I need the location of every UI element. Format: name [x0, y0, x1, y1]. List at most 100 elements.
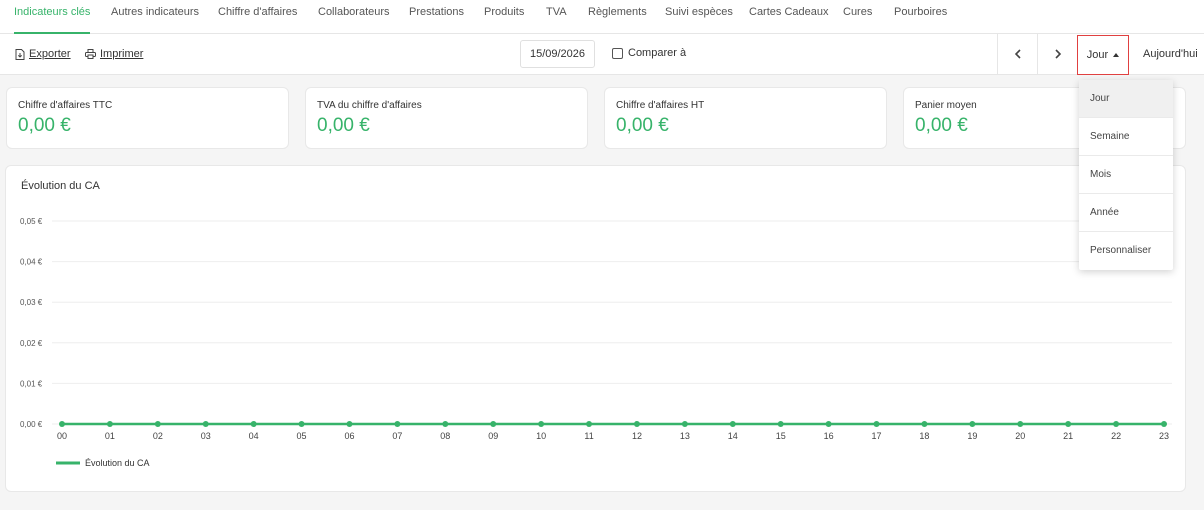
kpi-card-tva: TVA du chiffre d'affaires 0,00 €: [305, 87, 588, 149]
data-point: [586, 421, 593, 427]
data-point: [154, 421, 161, 427]
tab-chiffre-affaires[interactable]: Chiffre d'affaires: [218, 0, 297, 34]
data-point: [442, 421, 449, 427]
data-point: [681, 421, 688, 427]
kpi-label: Chiffre d'affaires HT: [616, 100, 705, 111]
period-option-mois[interactable]: Mois: [1079, 156, 1173, 194]
data-point: [921, 421, 928, 427]
period-select-button[interactable]: Jour: [1077, 35, 1129, 75]
kpi-label: Panier moyen: [915, 100, 977, 111]
tab-reglements[interactable]: Règlements: [588, 0, 647, 34]
compare-toggle[interactable]: Comparer à: [612, 47, 686, 59]
toolbar: Exporter Imprimer 15/09/2026 Comparer à …: [0, 34, 1204, 75]
data-point: [59, 421, 65, 427]
data-point: [250, 421, 257, 427]
x-tick-label: 04: [249, 431, 259, 441]
date-picker[interactable]: 15/09/2026: [520, 40, 595, 68]
x-tick-label: 11: [584, 431, 593, 441]
period-option-annee[interactable]: Année: [1079, 194, 1173, 232]
x-tick-label: 07: [392, 431, 402, 441]
y-tick-label: 0,04 €: [20, 258, 43, 267]
tab-autres-indicateurs[interactable]: Autres indicateurs: [111, 0, 199, 34]
data-point: [1161, 421, 1167, 427]
data-point: [969, 421, 976, 427]
x-tick-label: 13: [680, 431, 690, 441]
tab-tva[interactable]: TVA: [546, 0, 567, 34]
x-tick-label: 16: [824, 431, 834, 441]
x-tick-label: 09: [488, 431, 498, 441]
caret-up-icon: [1113, 53, 1120, 57]
x-tick-label: 23: [1159, 431, 1169, 441]
data-point: [1113, 421, 1120, 427]
tab-prestations[interactable]: Prestations: [409, 0, 464, 34]
data-point: [825, 421, 832, 427]
kpi-label: Chiffre d'affaires TTC: [18, 100, 113, 111]
data-point: [298, 421, 305, 427]
report-tab-bar: Indicateurs clés Autres indicateurs Chif…: [0, 0, 1204, 34]
x-tick-label: 03: [201, 431, 211, 441]
data-point: [538, 421, 545, 427]
period-dropdown-menu: Jour Semaine Mois Année Personnaliser: [1079, 80, 1173, 270]
data-point: [729, 421, 736, 427]
y-tick-label: 0,01 €: [20, 379, 43, 388]
x-tick-label: 06: [344, 431, 354, 441]
tab-collaborateurs[interactable]: Collaborateurs: [318, 0, 390, 34]
tab-indicateurs-cles[interactable]: Indicateurs clés: [14, 0, 91, 34]
x-tick-label: 02: [153, 431, 163, 441]
tab-pourboires[interactable]: Pourboires: [894, 0, 947, 34]
kpi-card-ca-ttc: Chiffre d'affaires TTC 0,00 €: [6, 87, 289, 149]
x-tick-label: 00: [57, 431, 67, 441]
next-period-button[interactable]: [1037, 34, 1077, 74]
tab-produits[interactable]: Produits: [484, 0, 524, 34]
tab-cures[interactable]: Cures: [843, 0, 872, 34]
x-tick-label: 17: [872, 431, 882, 441]
kpi-value: 0,00 €: [18, 115, 71, 136]
kpi-card-ca-ht: Chiffre d'affaires HT 0,00 €: [604, 87, 887, 149]
period-option-jour[interactable]: Jour: [1079, 80, 1173, 118]
period-label: Jour: [1086, 49, 1109, 61]
data-point: [873, 421, 880, 427]
x-tick-label: 01: [105, 431, 115, 441]
export-label: Exporter: [29, 48, 71, 60]
x-tick-label: 05: [297, 431, 307, 441]
export-file-icon: [15, 48, 25, 60]
data-point: [777, 421, 784, 427]
y-tick-label: 0,03 €: [20, 298, 43, 307]
tab-cartes-cadeaux[interactable]: Cartes Cadeaux: [749, 0, 829, 34]
x-tick-label: 12: [632, 431, 642, 441]
data-point: [490, 421, 497, 427]
y-tick-label: 0,00 €: [20, 420, 43, 429]
compare-checkbox[interactable]: [612, 47, 623, 59]
kpi-label: TVA du chiffre d'affaires: [317, 100, 422, 111]
data-point: [394, 421, 401, 427]
x-tick-label: 19: [967, 431, 977, 441]
export-button[interactable]: Exporter: [15, 48, 71, 60]
print-button[interactable]: Imprimer: [85, 48, 143, 60]
today-button[interactable]: Aujourd'hui: [1143, 48, 1198, 60]
tab-suivi-especes[interactable]: Suivi espèces: [665, 0, 733, 34]
x-tick-label: 14: [728, 431, 738, 441]
kpi-value: 0,00 €: [915, 115, 968, 136]
x-tick-label: 10: [536, 431, 546, 441]
data-point: [1065, 421, 1072, 427]
period-option-semaine[interactable]: Semaine: [1079, 118, 1173, 156]
data-point: [633, 421, 640, 427]
previous-period-button[interactable]: [997, 34, 1037, 74]
x-tick-label: 18: [919, 431, 929, 441]
data-point: [346, 421, 353, 427]
chart-title: Évolution du CA: [21, 180, 100, 192]
printer-icon: [85, 49, 96, 59]
revenue-line-chart: 0,00 € 0,01 € 0,02 € 0,03 € 0,04 € 0,05 € 00 01…: [20, 217, 1172, 468]
chevron-left-icon: [1014, 49, 1021, 59]
chart-card: 0,00 € 0,01 € 0,02 € 0,03 € 0,04 € 0,05 € 00 01…: [5, 165, 1186, 492]
kpi-value: 0,00 €: [616, 115, 669, 136]
period-option-personnaliser[interactable]: Personnaliser: [1079, 232, 1173, 270]
x-tick-label: 15: [776, 431, 786, 441]
x-tick-label: 22: [1111, 431, 1121, 441]
x-tick-label: 20: [1015, 431, 1025, 441]
chevron-right-icon: [1054, 49, 1061, 59]
data-point: [202, 421, 209, 427]
data-point: [106, 421, 113, 427]
y-tick-label: 0,05 €: [20, 217, 43, 226]
print-label: Imprimer: [100, 48, 144, 60]
